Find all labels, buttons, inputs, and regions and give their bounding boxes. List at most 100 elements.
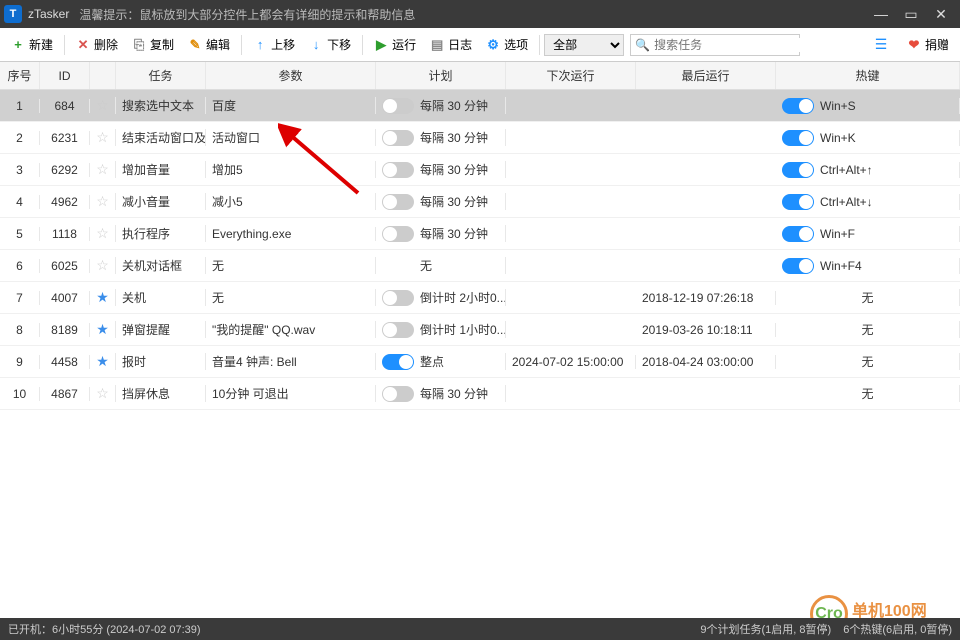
cell-task: 弹窗提醒 — [116, 321, 206, 338]
cell-plan: 每隔 30 分钟 — [376, 193, 506, 210]
cell-seq: 4 — [0, 195, 40, 209]
run-button[interactable]: ▶运行 — [368, 33, 422, 56]
titlebar-hint: 温馨提示：鼠标放到大部分控件上都会有详细的提示和帮助信息 — [79, 6, 415, 23]
plan-toggle[interactable] — [382, 130, 414, 146]
hotkey-toggle[interactable] — [782, 226, 814, 242]
cell-last: 2019-03-26 10:18:11 — [636, 323, 776, 337]
cell-star: ☆ — [90, 225, 116, 242]
cell-star: ☆ — [90, 193, 116, 210]
close-button[interactable]: ✕ — [926, 0, 956, 28]
table-row[interactable]: 1684☆搜索选中文本百度每隔 30 分钟Win+S — [0, 90, 960, 122]
delete-button[interactable]: ✕删除 — [70, 33, 124, 56]
hotkey-toggle[interactable] — [782, 130, 814, 146]
star-icon[interactable]: ★ — [96, 321, 109, 338]
toolbar: +新建 ✕删除 ⎘复制 ✎编辑 ↑上移 ↓下移 ▶运行 ▤日志 ⚙选项 全部 🔍… — [0, 28, 960, 62]
cell-last: 2018-04-24 03:00:00 — [636, 355, 776, 369]
cell-param: 音量4 钟声: Bell — [206, 353, 376, 370]
donate-button[interactable]: ❤捐赠 — [901, 33, 955, 56]
plan-toggle[interactable] — [382, 226, 414, 242]
plan-toggle[interactable] — [382, 354, 414, 370]
minimize-button[interactable]: — — [866, 0, 896, 28]
cell-task: 结束活动窗口及... — [116, 129, 206, 146]
star-icon[interactable]: ☆ — [96, 385, 109, 402]
x-icon: ✕ — [76, 38, 90, 52]
app-name: zTasker — [28, 7, 69, 21]
table-row[interactable]: 51118☆执行程序Everything.exe每隔 30 分钟Win+F — [0, 218, 960, 250]
col-seq[interactable]: 序号 — [0, 62, 40, 89]
edit-button[interactable]: ✎编辑 — [182, 33, 236, 56]
cell-seq: 8 — [0, 323, 40, 337]
table-row[interactable]: 94458★报时音量4 钟声: Bell整点2024-07-02 15:00:0… — [0, 346, 960, 378]
cell-star: ★ — [90, 321, 116, 338]
plan-toggle[interactable] — [382, 194, 414, 210]
table-row[interactable]: 44962☆减小音量减小5每隔 30 分钟Ctrl+Alt+↓ — [0, 186, 960, 218]
cell-param: 无 — [206, 289, 376, 306]
col-star[interactable] — [90, 62, 116, 89]
col-plan[interactable]: 计划 — [376, 62, 506, 89]
search-box[interactable]: 🔍 — [630, 34, 800, 56]
cell-task: 减小音量 — [116, 193, 206, 210]
cell-id: 8189 — [40, 323, 90, 337]
titlebar: T zTasker 温馨提示：鼠标放到大部分控件上都会有详细的提示和帮助信息 —… — [0, 0, 960, 28]
move-down-button[interactable]: ↓下移 — [303, 33, 357, 56]
col-last[interactable]: 最后运行 — [636, 62, 776, 89]
hotkey-toggle[interactable] — [782, 258, 814, 274]
cell-hotkey: Ctrl+Alt+↓ — [776, 194, 960, 210]
star-icon[interactable]: ★ — [96, 353, 109, 370]
cell-plan: 每隔 30 分钟 — [376, 129, 506, 146]
maximize-button[interactable]: ▭ — [896, 0, 926, 28]
cell-plan: 倒计时 1小时0... — [376, 321, 506, 338]
star-icon[interactable]: ☆ — [96, 129, 109, 146]
copy-button[interactable]: ⎘复制 — [126, 33, 180, 56]
col-param[interactable]: 参数 — [206, 62, 376, 89]
search-input[interactable] — [654, 38, 809, 52]
table-row[interactable]: 74007★关机无倒计时 2小时0...2018-12-19 07:26:18无 — [0, 282, 960, 314]
cell-hotkey: Win+F4 — [776, 258, 960, 274]
cell-hotkey: 无 — [776, 321, 960, 338]
star-icon[interactable]: ☆ — [96, 97, 109, 114]
col-id[interactable]: ID — [40, 62, 90, 89]
cell-star: ☆ — [90, 257, 116, 274]
cell-id: 4962 — [40, 195, 90, 209]
filter-select[interactable]: 全部 — [544, 34, 624, 56]
cell-task: 增加音量 — [116, 161, 206, 178]
cell-id: 4007 — [40, 291, 90, 305]
table-row[interactable]: 26231☆结束活动窗口及...活动窗口每隔 30 分钟Win+K — [0, 122, 960, 154]
cell-seq: 10 — [0, 387, 40, 401]
hotkey-toggle[interactable] — [782, 162, 814, 178]
cell-plan: 每隔 30 分钟 — [376, 161, 506, 178]
cell-seq: 1 — [0, 99, 40, 113]
new-button[interactable]: +新建 — [5, 33, 59, 56]
hotkey-toggle[interactable] — [782, 194, 814, 210]
hotkey-toggle[interactable] — [782, 98, 814, 114]
plan-toggle[interactable] — [382, 290, 414, 306]
col-next[interactable]: 下次运行 — [506, 62, 636, 89]
options-button[interactable]: ⚙选项 — [480, 33, 534, 56]
star-icon[interactable]: ☆ — [96, 193, 109, 210]
table-row[interactable]: 104867☆挡屏休息10分钟 可退出每隔 30 分钟无 — [0, 378, 960, 410]
star-icon[interactable]: ★ — [96, 289, 109, 306]
cell-star: ★ — [90, 289, 116, 306]
col-hotkey[interactable]: 热键 — [776, 62, 960, 89]
plan-toggle[interactable] — [382, 162, 414, 178]
cell-param: 无 — [206, 257, 376, 274]
table-row[interactable]: 36292☆增加音量增加5每隔 30 分钟Ctrl+Alt+↑ — [0, 154, 960, 186]
plan-toggle[interactable] — [382, 322, 414, 338]
cell-plan: 每隔 30 分钟 — [376, 225, 506, 242]
star-icon[interactable]: ☆ — [96, 257, 109, 274]
cell-task: 挡屏休息 — [116, 385, 206, 402]
list-view-button[interactable]: ☰ — [868, 34, 894, 56]
cell-star: ☆ — [90, 385, 116, 402]
move-up-button[interactable]: ↑上移 — [247, 33, 301, 56]
cell-hotkey: Win+S — [776, 98, 960, 114]
table-row[interactable]: 88189★弹窗提醒"我的提醒" QQ.wav倒计时 1小时0...2019-0… — [0, 314, 960, 346]
log-button[interactable]: ▤日志 — [424, 33, 478, 56]
star-icon[interactable]: ☆ — [96, 225, 109, 242]
table-row[interactable]: 66025☆关机对话框无无Win+F4 — [0, 250, 960, 282]
col-task[interactable]: 任务 — [116, 62, 206, 89]
cell-star: ☆ — [90, 129, 116, 146]
plan-toggle[interactable] — [382, 386, 414, 402]
star-icon[interactable]: ☆ — [96, 161, 109, 178]
plan-toggle[interactable] — [382, 98, 414, 114]
cell-plan: 整点 — [376, 353, 506, 370]
